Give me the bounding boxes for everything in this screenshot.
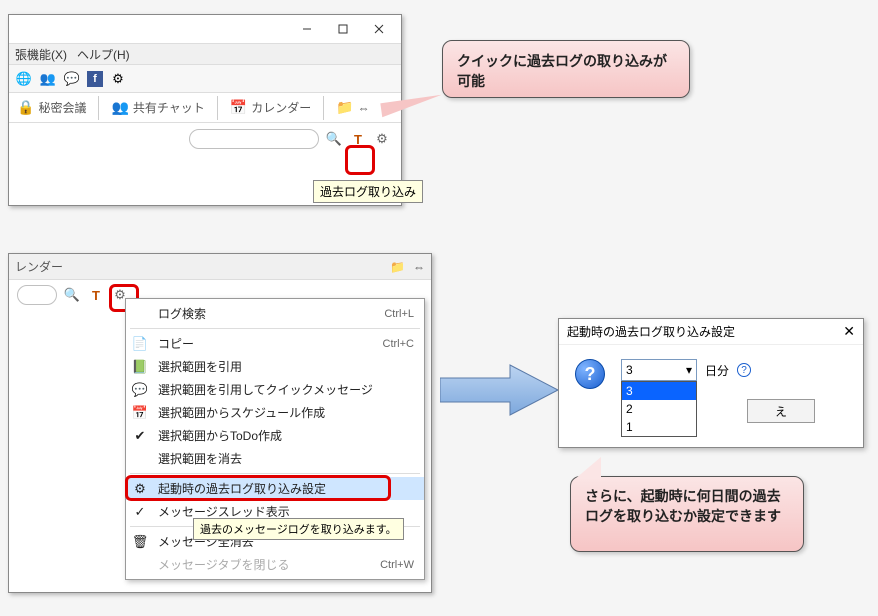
folder-icon: 📁 [336, 99, 353, 116]
menu-item-icon: 📄 [130, 336, 150, 352]
combo-option[interactable]: 3 [622, 382, 696, 400]
tooltip-import-hint: 過去のメッセージログを取り込みます。 [193, 518, 404, 540]
menu-item-label: 選択範囲からスケジュール作成 [158, 404, 414, 421]
days-combobox[interactable]: 3 ▾ 321 [621, 359, 697, 381]
context-menu-item[interactable]: 📄 コピー Ctrl+C [126, 332, 424, 355]
menu-item-label: 選択範囲を引用 [158, 358, 414, 375]
quick-icon-bar: 🌐 👥 💬 f ⚙ [9, 65, 401, 93]
search-icon[interactable]: 🔍 [63, 286, 81, 304]
toolbar-shared-chat[interactable]: 👥 共有チャット [103, 99, 212, 116]
menu-item-shortcut: Ctrl+W [380, 559, 414, 571]
toolbar-more[interactable]: 📁⇔ [328, 99, 377, 116]
menu-item-icon: ✓ [130, 504, 150, 520]
context-menu-item[interactable]: 選択範囲を消去 [126, 447, 424, 470]
maximize-button[interactable] [325, 18, 361, 40]
toolbar: 🔒秘密会議 👥共有チャット 📅カレンダー 📁⇔ [9, 93, 401, 123]
combo-option[interactable]: 1 [622, 418, 696, 436]
splitter-icon: ⇔ [413, 260, 425, 274]
annotation-callout-2: さらに、起動時に何日間の過去ログを取り込むか設定できます [570, 476, 804, 552]
annotation-callout-1: クイックに過去ログの取り込みが可能 [442, 40, 690, 98]
context-menu-item[interactable]: 📗 選択範囲を引用 [126, 355, 424, 378]
calendar-icon: 📅 [230, 99, 247, 116]
close-icon[interactable]: ✕ [843, 323, 855, 340]
gear-icon[interactable]: ⚙ [109, 70, 127, 88]
context-menu-item[interactable]: 📅 選択範囲からスケジュール作成 [126, 401, 424, 424]
menu-item-label: メッセージタブを閉じる [158, 556, 372, 573]
toolbar-calendar[interactable]: 📅カレンダー [222, 99, 319, 116]
toolbar-label: カレンダー [251, 99, 311, 116]
toolbar-fragment: レンダー 📁 ⇔ [9, 254, 431, 280]
menu-item-label: ログ検索 [158, 305, 376, 322]
search-row: 🔍 T ⚙ [9, 123, 401, 155]
menu-item-label: 選択範囲を引用してクイックメッセージ [158, 381, 414, 398]
search-icon[interactable]: 🔍 [325, 130, 343, 148]
people-icon[interactable]: 👥 [39, 70, 57, 88]
import-log-icon[interactable]: T [87, 286, 105, 304]
annotation-highlight [345, 145, 375, 175]
toolbar-label: レンダー [15, 258, 63, 275]
menu-item-icon: 📅 [130, 405, 150, 421]
menu-item-label: 選択範囲を消去 [158, 450, 414, 467]
dialog-titlebar: 起動時の過去ログ取り込み設定 ✕ [559, 319, 863, 345]
info-icon[interactable]: ? [737, 363, 751, 377]
annotation-highlight [125, 475, 391, 501]
ok-button[interactable]: え [747, 399, 815, 423]
context-menu-item[interactable]: ✔ 選択範囲からToDo作成 [126, 424, 424, 447]
dialog-title: 起動時の過去ログ取り込み設定 [567, 323, 735, 340]
combo-option[interactable]: 2 [622, 400, 696, 418]
menu-help[interactable]: ヘルプ(H) [77, 46, 130, 62]
chat-icon[interactable]: 💬 [63, 70, 81, 88]
menu-item-icon: 📗 [130, 359, 150, 375]
menu-item-icon: ✔ [130, 428, 150, 444]
search-input[interactable] [189, 129, 319, 149]
globe-icon[interactable]: 🌐 [15, 70, 33, 88]
folder-icon[interactable]: 📁 [390, 260, 405, 274]
context-menu-item[interactable]: 💬 選択範囲を引用してクイックメッセージ [126, 378, 424, 401]
close-button[interactable] [361, 18, 397, 40]
menu-item-icon: 💬 [130, 382, 150, 398]
menu-item-shortcut: Ctrl+L [384, 308, 414, 320]
toolbar-secret-meeting[interactable]: 🔒秘密会議 [9, 99, 94, 116]
facebook-icon[interactable]: f [87, 71, 103, 87]
search-input[interactable] [17, 285, 57, 305]
menu-item-icon: 🗑 [130, 534, 150, 550]
context-menu-item[interactable]: ログ検索 Ctrl+L [126, 302, 424, 325]
toolbar-label: 秘密会議 [38, 99, 86, 116]
minimize-button[interactable] [289, 18, 325, 40]
menu-item-shortcut: Ctrl+C [383, 338, 414, 350]
dialog-import-settings: 起動時の過去ログ取り込み設定 ✕ ? 3 ▾ 321 日分 ? え [558, 318, 864, 448]
menu-item-label: コピー [158, 335, 375, 352]
menubar: 張機能(X) ヘルプ(H) [9, 43, 401, 65]
combo-selected: 3 [626, 363, 633, 377]
unit-label: 日分 [705, 362, 729, 379]
context-menu-item: メッセージタブを閉じる Ctrl+W [126, 553, 424, 576]
window-main: 張機能(X) ヘルプ(H) 🌐 👥 💬 f ⚙ 🔒秘密会議 👥 共有チャット 📅カ… [8, 14, 402, 206]
menu-item-label: 選択範囲からToDo作成 [158, 427, 414, 444]
settings-small-icon[interactable]: ⚙ [373, 130, 391, 148]
lock-icon: 🔒 [17, 99, 34, 116]
combo-dropdown[interactable]: 321 [621, 381, 697, 437]
toolbar-label: 共有チャット [133, 99, 205, 116]
titlebar [9, 15, 401, 43]
splitter-icon: ⇔ [358, 101, 370, 115]
window-contextmenu-sample: レンダー 📁 ⇔ 🔍 T ⚙ ログ検索Ctrl+L📄コピーCtrl+C📗選択範囲… [8, 253, 432, 593]
share-icon: 👥 [111, 99, 128, 116]
help-icon: ? [575, 359, 605, 389]
menu-extensions[interactable]: 張機能(X) [15, 46, 67, 62]
tooltip-import-log: 過去ログ取り込み [313, 180, 423, 203]
annotation-arrow [440, 360, 560, 420]
chevron-down-icon: ▾ [686, 363, 692, 377]
